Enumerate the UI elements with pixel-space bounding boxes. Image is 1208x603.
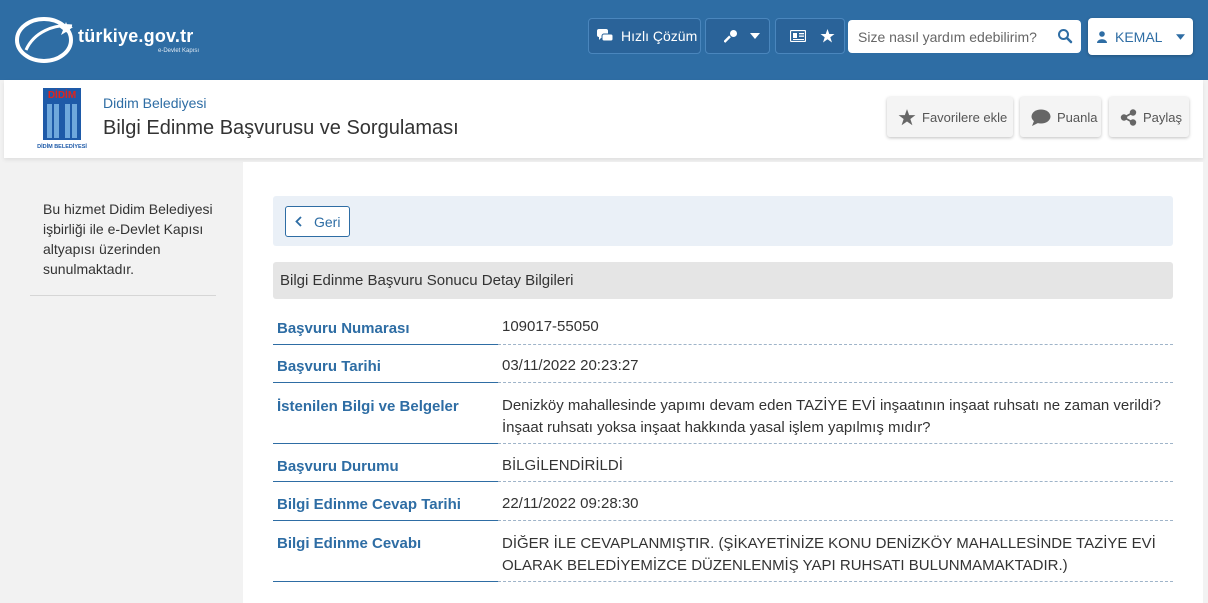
detail-value: 109017-55050 (498, 310, 1173, 345)
detail-row: Başvuru Numarası 109017-55050 (273, 310, 1173, 345)
id-card-favorites-button[interactable] (775, 18, 845, 54)
detail-value: 22/11/2022 09:28:30 (498, 482, 1173, 521)
crescent-star-icon (15, 17, 73, 63)
search-icon[interactable] (1057, 28, 1073, 44)
login-options-button[interactable] (705, 18, 770, 54)
share-label: Paylaş (1143, 109, 1183, 125)
detail-label: Başvuru Numarası (273, 310, 498, 345)
user-icon (1097, 30, 1107, 43)
section-title: Bilgi Edinme Başvuru Sonucu Detay Bilgil… (273, 262, 1173, 299)
user-name: KEMAL (1115, 28, 1163, 45)
sidebar-divider (30, 295, 216, 296)
chevron-left-icon (295, 216, 302, 227)
page-header: DİDİM DİDİM BELEDİYESİ Didim Belediyesi … (4, 80, 1203, 158)
user-menu-button[interactable]: KEMAL (1088, 18, 1193, 55)
detail-row: Başvuru Durumu BİLGİLENDİRİLDİ (273, 444, 1173, 482)
detail-row: Bilgi Edinme Cevap Tarihi 22/11/2022 09:… (273, 482, 1173, 521)
page-title: Bilgi Edinme Başvurusu ve Sorgulaması (103, 117, 459, 139)
share-button[interactable]: Paylaş (1109, 97, 1189, 137)
brand-name: türkiye.gov.tr (78, 26, 194, 46)
detail-row: Bilgi Edinme Cevabı DİĞER İLE CEVAPLANMI… (273, 521, 1173, 582)
brand-subtitle: e-Devlet Kapısı (158, 48, 200, 54)
detail-label: Bilgi Edinme Cevabı (273, 521, 498, 582)
chat-bubbles-icon (597, 29, 613, 42)
key-icon (724, 30, 737, 43)
service-provider-info: Bu hizmet Didim Belediyesi işbirliği ile… (43, 201, 213, 277)
search-box (848, 20, 1081, 53)
detail-label: Başvuru Durumu (273, 444, 498, 482)
rate-label: Puanla (1057, 109, 1098, 125)
add-favorite-button[interactable]: Favorilere ekle (887, 97, 1013, 137)
back-button[interactable]: Geri (285, 206, 350, 237)
share-icon (1120, 108, 1137, 126)
back-label: Geri (314, 213, 341, 230)
star-icon (898, 108, 916, 125)
quick-solution-label: Hızlı Çözüm (621, 28, 698, 44)
detail-value: 03/11/2022 20:23:27 (498, 345, 1173, 383)
detail-row: İstenilen Bilgi ve Belgeler Denizköy mah… (273, 383, 1173, 444)
rate-button[interactable]: Puanla (1020, 97, 1101, 137)
detail-label: İstenilen Bilgi ve Belgeler (273, 383, 498, 444)
institution-name[interactable]: Didim Belediyesi (103, 95, 206, 111)
detail-value: BİLGİLENDİRİLDİ (498, 444, 1173, 482)
caret-down-icon (750, 33, 760, 39)
caret-down-icon (1176, 33, 1186, 40)
speech-bubble-icon (1031, 109, 1051, 126)
detail-value: DİĞER İLE CEVAPLANMIŞTIR. (ŞİKAYETİNİZE … (498, 521, 1173, 582)
detail-row: Başvuru Tarihi 03/11/2022 20:23:27 (273, 345, 1173, 383)
id-card-icon (790, 30, 806, 42)
detail-label: Başvuru Tarihi (273, 345, 498, 383)
star-icon (820, 29, 835, 43)
back-bar: Geri (273, 196, 1173, 246)
turkiye-gov-logo[interactable]: türkiye.gov.tr e-Devlet Kapısı (14, 14, 224, 66)
svg-text:DİDİM: DİDİM (48, 88, 76, 101)
main-content: Geri Bilgi Edinme Başvuru Sonucu Detay B… (243, 162, 1203, 603)
top-navbar: türkiye.gov.tr e-Devlet Kapısı Hızlı Çöz… (0, 0, 1208, 80)
detail-value: Denizköy mahallesinde yapımı devam eden … (498, 383, 1173, 444)
search-input[interactable] (848, 20, 1048, 53)
svg-text:DİDİM BELEDİYESİ: DİDİM BELEDİYESİ (37, 143, 87, 150)
quick-solution-button[interactable]: Hızlı Çözüm (588, 18, 701, 54)
institution-logo: DİDİM DİDİM BELEDİYESİ (34, 86, 94, 150)
detail-label: Bilgi Edinme Cevap Tarihi (273, 482, 498, 521)
add-favorite-label: Favorilere ekle (922, 109, 1008, 125)
